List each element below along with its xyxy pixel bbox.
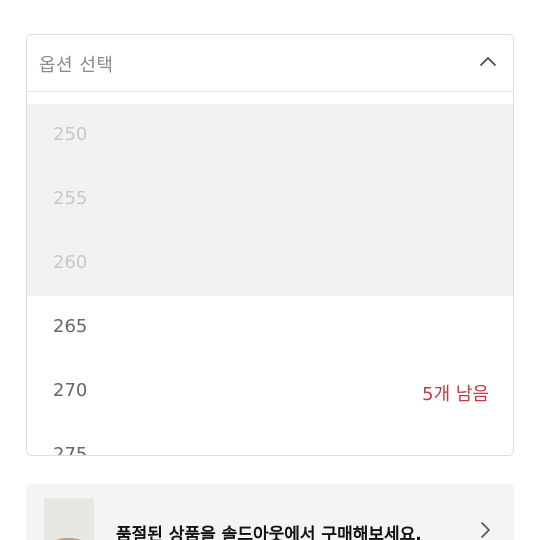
- option-item-265[interactable]: 265: [27, 296, 513, 360]
- chevron-right-icon: [481, 522, 490, 538]
- option-label: 275: [53, 444, 88, 456]
- option-item-250: 250: [27, 104, 513, 168]
- option-item-260: 260: [27, 232, 513, 296]
- soldout-banner[interactable]: 품절된 상품을 솔드아웃에서 구매해보세요.: [26, 484, 514, 540]
- soldout-banner-text: 품절된 상품을 솔드아웃에서 구매해보세요.: [116, 525, 422, 540]
- option-list: 250 255 260 265 270 5개 남음 275: [27, 104, 513, 456]
- option-item-275[interactable]: 275: [27, 424, 513, 456]
- option-label: 250: [53, 124, 88, 145]
- option-label: 265: [53, 316, 88, 337]
- option-item-255: 255: [27, 168, 513, 232]
- product-thumbnail-image: [44, 498, 94, 540]
- option-select-placeholder: 옵션 선택: [39, 55, 114, 76]
- option-label: 260: [53, 252, 88, 273]
- chevron-up-icon[interactable]: [479, 53, 497, 71]
- option-label: 255: [53, 188, 88, 209]
- option-select[interactable]: 옵션 선택 250 255 260 265 270 5개 남음 275: [26, 34, 514, 456]
- option-label: 270: [53, 380, 88, 401]
- page: 옵션 선택 250 255 260 265 270 5개 남음 275 품절된 …: [0, 0, 540, 540]
- stock-remaining-label: 5개 남음: [422, 384, 489, 405]
- option-item-270[interactable]: 270 5개 남음: [27, 360, 513, 424]
- option-select-header[interactable]: 옵션 선택: [27, 35, 513, 92]
